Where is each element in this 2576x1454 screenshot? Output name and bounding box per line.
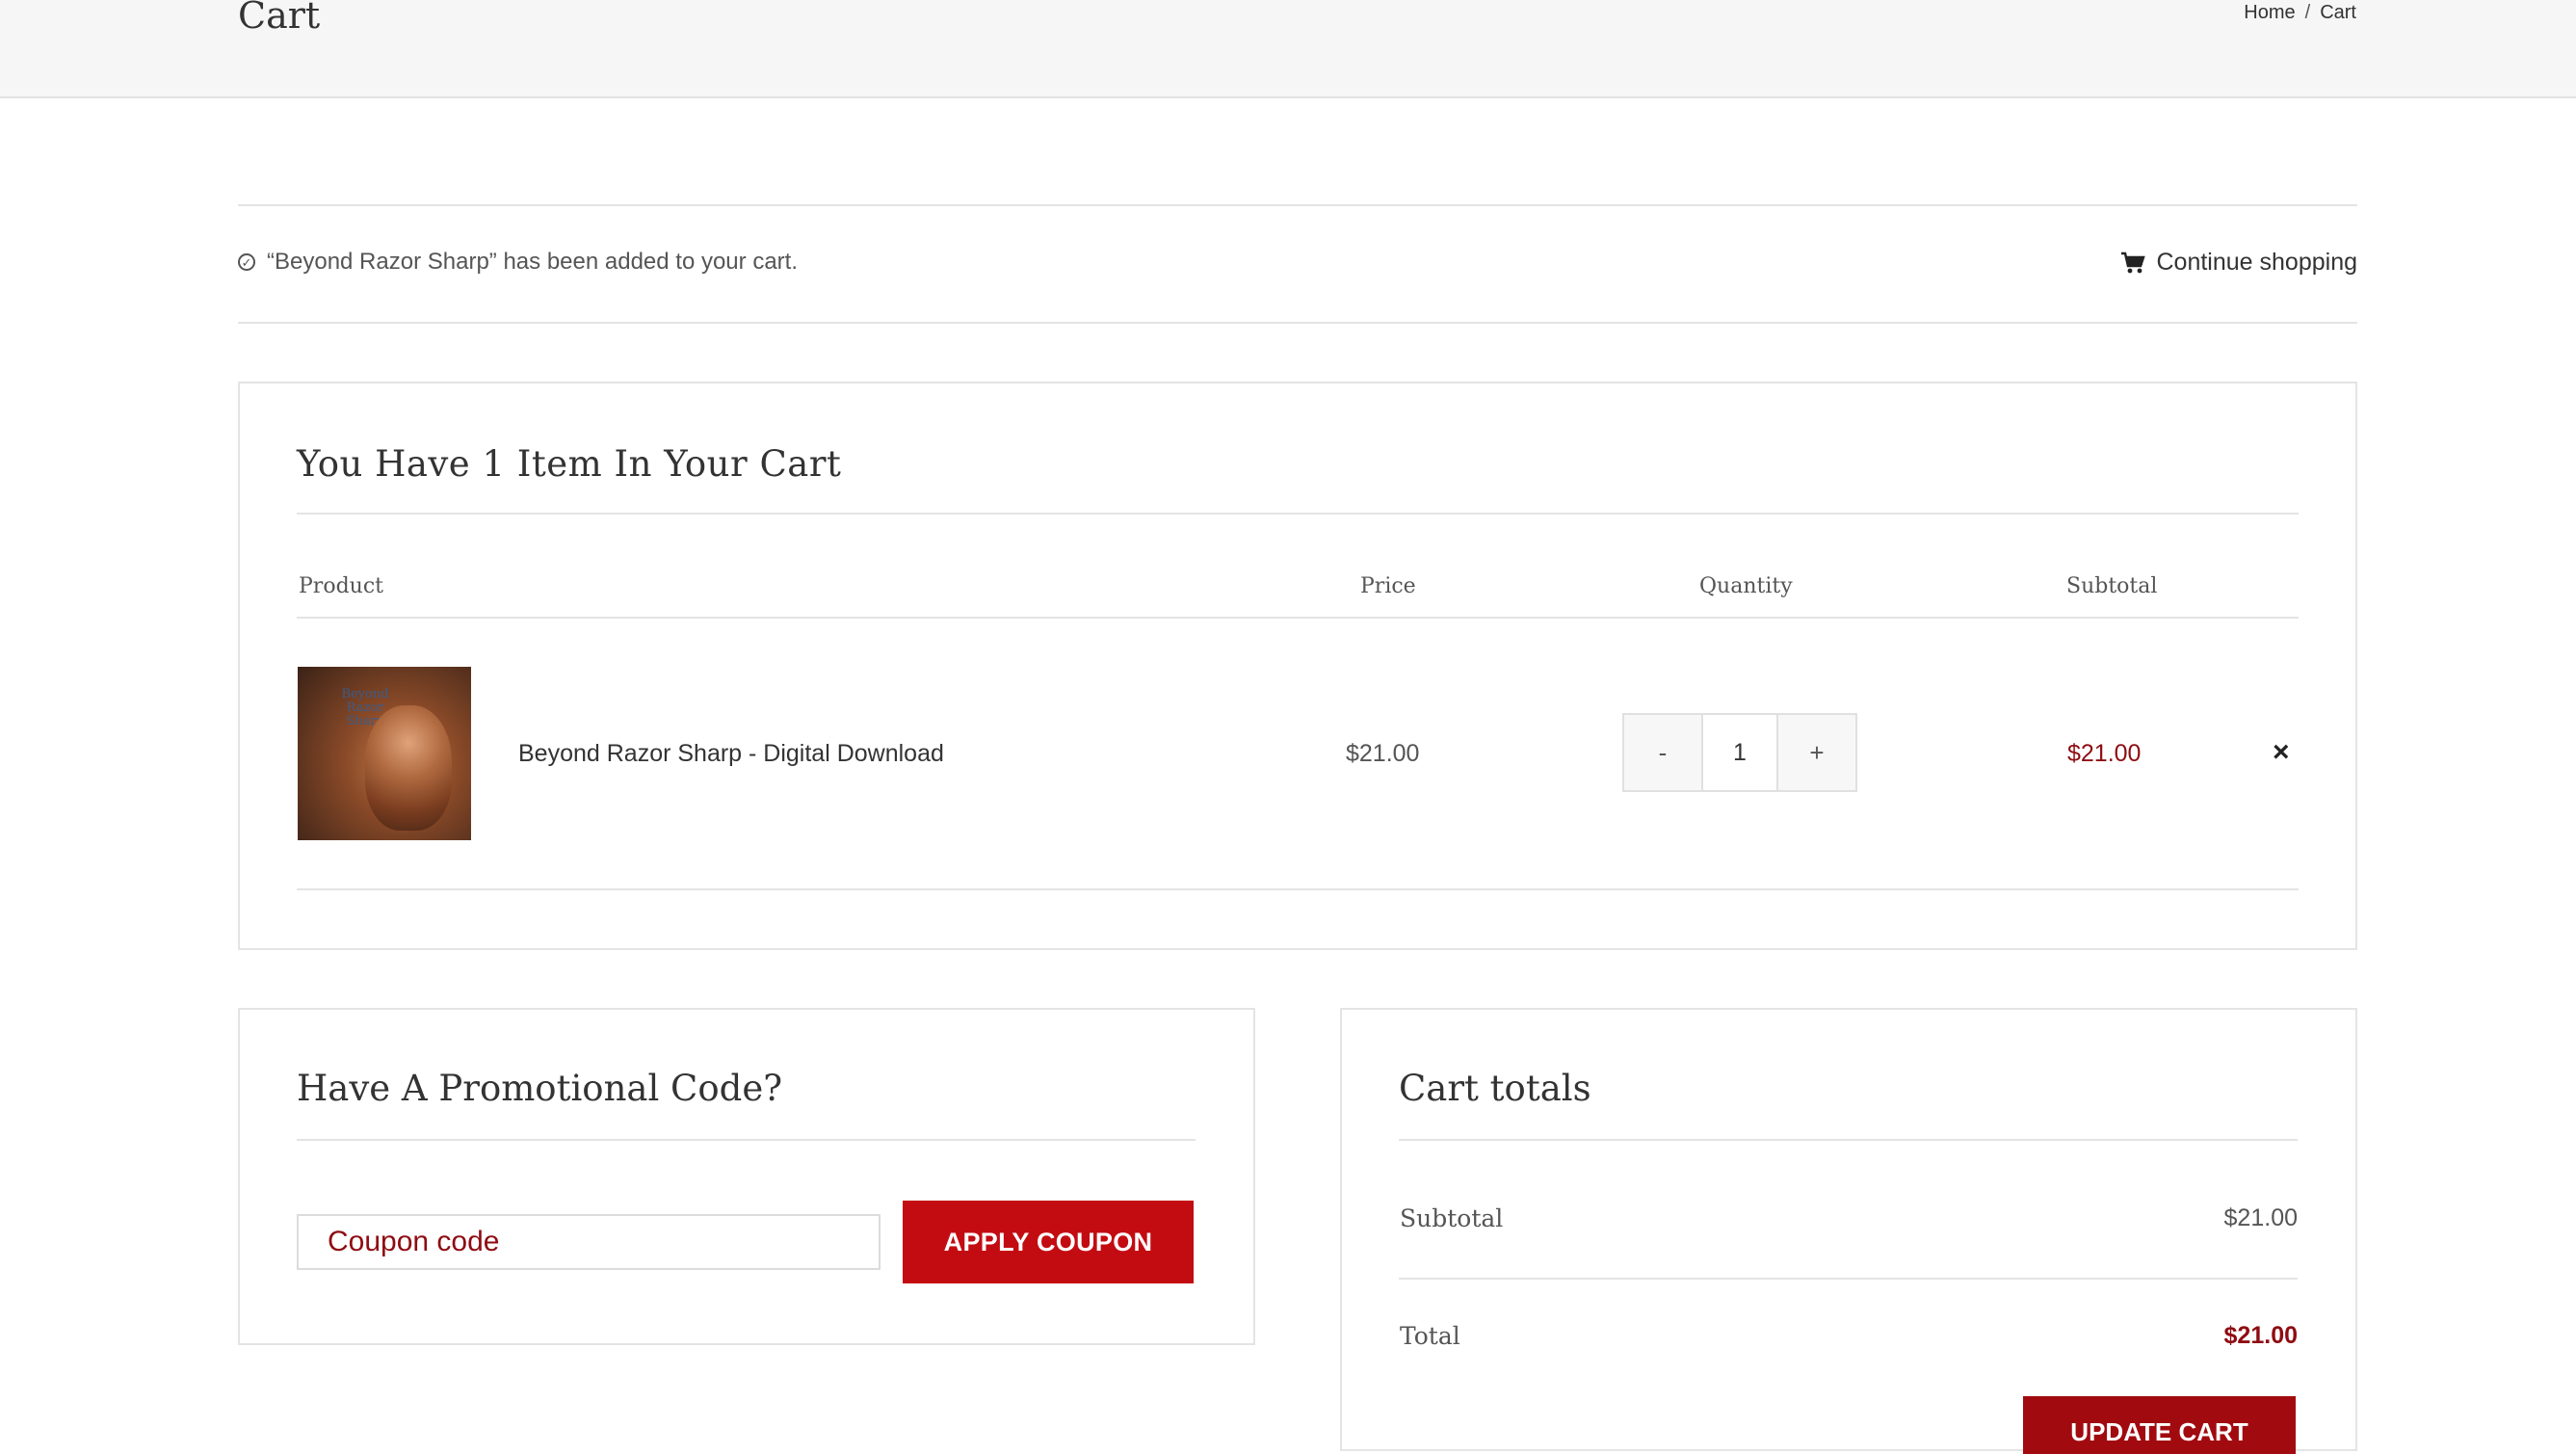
quantity-decrease-button[interactable]: - [1624, 715, 1701, 790]
divider [297, 888, 2299, 890]
column-header-quantity: Quantity [1699, 574, 1793, 598]
product-price: $21.00 [1346, 740, 1420, 767]
coupon-heading: Have A Promotional Code? [297, 1068, 783, 1109]
cart-notice-message: “Beyond Razor Sharp” has been added to y… [267, 249, 798, 275]
apply-coupon-button[interactable]: APPLY COUPON [903, 1201, 1194, 1283]
coupon-panel [238, 1008, 1255, 1345]
divider [297, 617, 2299, 619]
totals-subtotal-label: Subtotal [1400, 1204, 1504, 1232]
check-circle-icon: ✓ [238, 253, 255, 271]
product-thumbnail-portrait [365, 705, 452, 831]
divider [1399, 1139, 2298, 1141]
divider [297, 513, 2299, 515]
column-header-product: Product [299, 574, 383, 598]
divider [238, 204, 2357, 206]
divider [297, 1139, 1196, 1141]
divider [238, 322, 2357, 324]
cart-heading: You Have 1 Item In Your Cart [297, 443, 842, 485]
page-header: Cart Home / Cart [0, 0, 2576, 98]
totals-subtotal-value: $21.00 [2223, 1204, 2298, 1231]
breadcrumb-home-link[interactable]: Home [2244, 2, 2295, 24]
breadcrumb-separator: / [2304, 2, 2311, 23]
coupon-code-input[interactable] [297, 1214, 881, 1270]
quantity-stepper: - 1 + [1622, 713, 1857, 792]
update-cart-button[interactable]: UPDATE CART [2023, 1396, 2296, 1454]
cart-notice: ✓ “Beyond Razor Sharp” has been added to… [238, 249, 798, 276]
continue-shopping-label: Continue shopping [2156, 249, 2358, 276]
page-title: Cart [238, 0, 321, 37]
breadcrumb-current: Cart [2320, 2, 2356, 23]
quantity-increase-button[interactable]: + [1778, 715, 1855, 790]
column-header-subtotal: Subtotal [2066, 574, 2158, 598]
breadcrumb: Home / Cart [2244, 2, 2356, 24]
totals-total-label: Total [1400, 1322, 1460, 1350]
product-thumbnail[interactable]: Beyond Razor Sharp [298, 667, 471, 840]
totals-total-value: $21.00 [2223, 1322, 2298, 1349]
continue-shopping-link[interactable]: Continue shopping [2120, 249, 2358, 277]
divider [1399, 1278, 2298, 1280]
product-name-link[interactable]: Beyond Razor Sharp - Digital Download [518, 740, 944, 768]
remove-item-icon[interactable]: × [2273, 736, 2290, 769]
quantity-input[interactable]: 1 [1701, 715, 1778, 790]
cart-totals-heading: Cart totals [1399, 1068, 1591, 1109]
product-subtotal: $21.00 [2067, 740, 2142, 767]
column-header-price: Price [1360, 574, 1416, 598]
shopping-cart-icon [2120, 251, 2145, 273]
